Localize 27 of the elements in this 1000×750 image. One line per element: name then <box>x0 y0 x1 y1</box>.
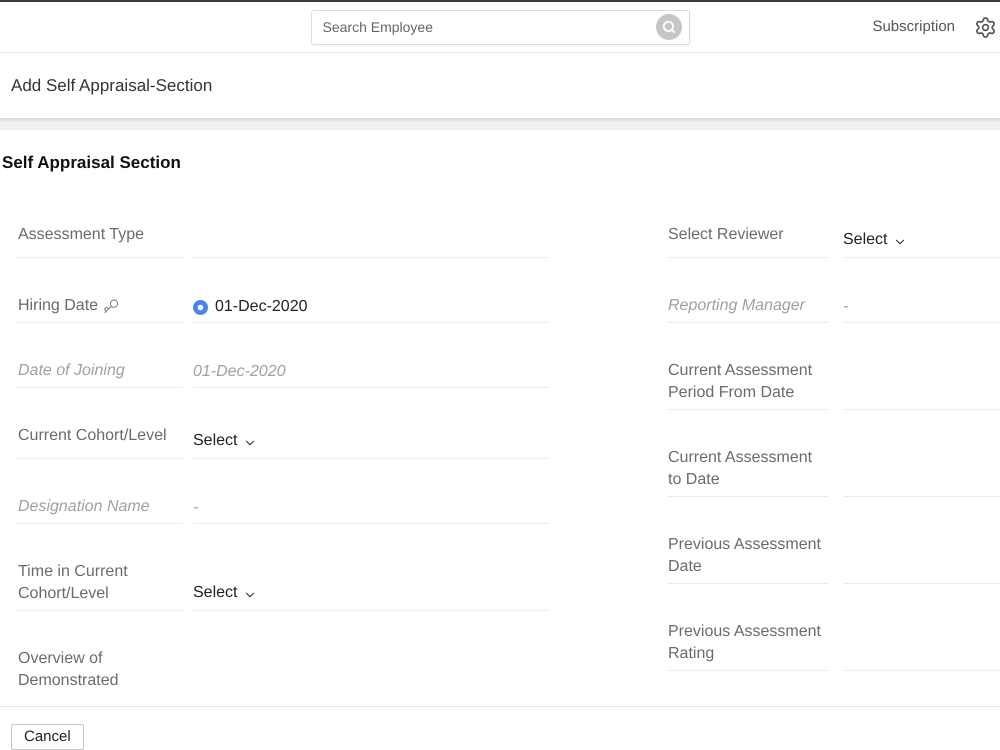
field-label: Reporting Manager <box>668 296 805 316</box>
field-label: Overview of Demonstrated <box>18 649 120 691</box>
field-label: Previous Assessment Rating <box>668 622 822 664</box>
section-title: Self Appraisal Section <box>2 153 181 172</box>
settings-icon[interactable] <box>974 16 997 38</box>
field-label: Current Assessment Period From Date <box>668 361 814 403</box>
field-label: Current Assessment to Date <box>668 448 814 490</box>
cancel-button[interactable]: Cancel <box>11 724 84 750</box>
select-dropdown[interactable]: Select <box>843 227 908 253</box>
field-label: Select Reviewer <box>668 225 784 245</box>
field-label: Previous Assessment Date <box>668 535 822 577</box>
subscription-link[interactable]: Subscription <box>872 16 955 38</box>
field-label: Time in Current Cohort/Level <box>18 562 129 604</box>
field-value: - <box>193 498 198 518</box>
field-value: 01-Dec-2020 <box>215 297 308 317</box>
field-label: Assessment Type <box>18 225 144 245</box>
field-label: Hiring Date <box>18 296 98 316</box>
select-dropdown[interactable]: Select <box>193 428 258 454</box>
field-value: - <box>843 297 848 317</box>
field-label: Date of Joining <box>18 361 125 381</box>
field-label: Designation Name <box>18 497 150 517</box>
field-label: Current Cohort/Level <box>18 426 167 446</box>
select-dropdown[interactable]: Select <box>193 580 258 606</box>
search-field[interactable]: Search Employee <box>310 10 690 44</box>
field-value: 01-Dec-2020 <box>193 362 286 382</box>
page-title: Add Self Appraisal-Section <box>11 74 212 97</box>
radio-button[interactable] <box>193 300 208 314</box>
